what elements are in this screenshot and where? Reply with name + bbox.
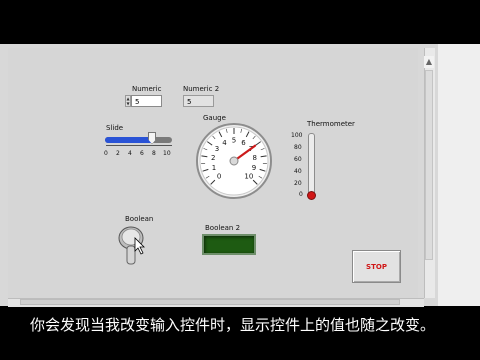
slide-tick: 0 [104,150,108,157]
adjacent-pane [438,44,480,306]
gauge-tick-label: 3 [215,145,219,153]
gauge-label: Gauge [203,114,226,122]
numeric-input[interactable]: 5 [131,95,162,107]
slide-tick: 2 [116,150,120,157]
thermometer-tube [308,133,315,195]
gauge-tick-label: 5 [232,137,236,145]
thermometer-tick: 100 [291,132,303,139]
slide-tick: 4 [128,150,132,157]
numeric2-indicator: 5 [183,95,214,107]
numeric2-label: Numeric 2 [183,85,220,93]
gauge-tick-label: 6 [241,139,246,147]
boolean2-led-indicator [202,234,256,255]
boolean2-label: Boolean 2 [205,224,241,232]
thermometer-tick: 20 [294,180,302,187]
thermometer-bulb [307,191,316,200]
slide-fill [105,137,153,143]
boolean-label: Boolean [125,215,154,223]
gauge-dial: 012345678910 [196,123,272,199]
gauge-tick-label: 10 [244,172,253,180]
gauge-tick-label: 0 [217,172,221,180]
slide-tick: 10 [163,150,171,157]
slide-scale-line [106,145,172,149]
horizontal-scroll-thumb[interactable] [20,299,400,305]
scroll-up-arrow-icon[interactable]: ▲ [424,56,434,68]
slide-label: Slide [106,124,124,132]
thermometer-label: Thermometer [307,120,355,128]
numeric-label: Numeric [132,85,162,93]
slide-tick: 8 [152,150,156,157]
gauge-tick-label: 8 [253,154,257,162]
video-subtitle: 你会发现当我改变输入控件时，显示控件上的值也随之改变。 [30,316,436,334]
thermometer-tick: 0 [299,191,303,198]
thermometer-tick: 80 [294,144,302,151]
gauge-tick-label: 2 [211,154,215,162]
stop-button[interactable]: STOP [352,250,401,283]
thermometer-tick: 40 [294,168,302,175]
boolean-toggle-switch[interactable] [115,224,151,270]
gauge-tick-label: 1 [212,164,216,172]
thermometer-tick: 60 [294,156,302,163]
slide-tick: 6 [140,150,144,157]
vertical-scroll-thumb[interactable] [425,70,433,260]
gauge-tick-label: 9 [252,164,256,172]
gauge-tick-label: 4 [222,139,227,147]
